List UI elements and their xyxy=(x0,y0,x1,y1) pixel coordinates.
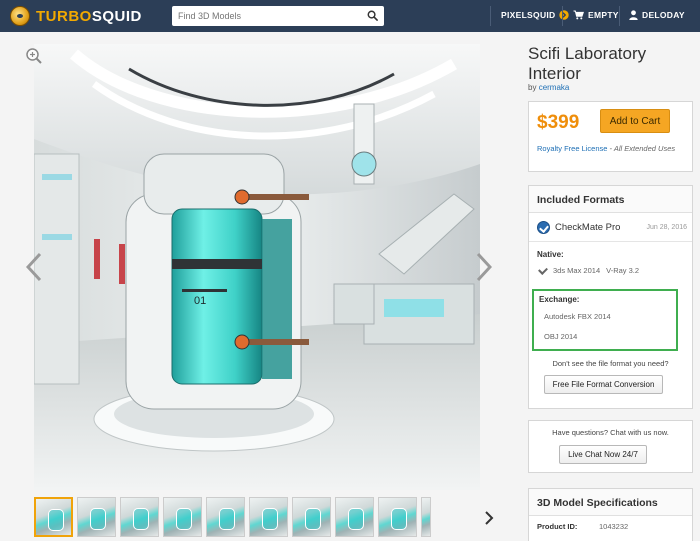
header-divider xyxy=(619,6,620,26)
live-chat-button[interactable]: Live Chat Now 24/7 xyxy=(559,445,647,464)
formats-title: Included Formats xyxy=(529,186,692,213)
pixelsquid-link[interactable]: PIXELSQUID xyxy=(501,10,570,20)
user-icon xyxy=(629,10,638,20)
scifi-lab-render-image: 01 xyxy=(34,44,480,490)
search-box xyxy=(172,6,384,26)
native-label: Native: xyxy=(537,250,564,259)
previous-image-arrow-icon[interactable] xyxy=(26,252,42,282)
next-image-arrow-icon[interactable] xyxy=(476,252,492,282)
squid-logo-icon xyxy=(10,6,30,26)
specifications-panel: 3D Model Specifications Product ID: 1043… xyxy=(528,488,693,541)
checkmate-label: CheckMate Pro xyxy=(555,221,621,233)
product-image-viewer[interactable]: 01 xyxy=(34,44,480,490)
exchange-label: Exchange: xyxy=(539,295,580,304)
specifications-title: 3D Model Specifications xyxy=(529,489,692,516)
product-id-value: 1043232 xyxy=(599,522,629,531)
included-formats-panel: Included Formats CheckMate Pro Jun 28, 2… xyxy=(528,185,693,409)
search-input[interactable] xyxy=(172,6,362,26)
cart-link[interactable]: EMPTY xyxy=(573,10,619,20)
shopping-cart-icon xyxy=(573,10,584,20)
logo-text: TURBOSQUID xyxy=(36,7,142,25)
check-icon xyxy=(538,264,548,275)
spec-row: Product ID: 1043232 xyxy=(537,522,687,531)
checkmate-date: Jun 28, 2016 xyxy=(646,223,687,231)
native-format-row: 3ds Max 2014 V-Ray 3.2 xyxy=(538,264,640,275)
product-title: Scifi Laboratory Interior xyxy=(528,44,647,83)
checkmate-badge-icon xyxy=(537,220,550,234)
price: $399 xyxy=(537,112,580,133)
top-navigation-bar: TURBOSQUID PIXELSQUID EMPTY DELODAY xyxy=(0,0,700,32)
thumbnail[interactable] xyxy=(77,497,116,537)
thumbnail[interactable] xyxy=(292,497,331,537)
byline: by cermaka xyxy=(528,83,570,92)
cart-status-label: EMPTY xyxy=(588,10,619,20)
thumbnail[interactable] xyxy=(206,497,245,537)
user-menu[interactable]: DELODAY xyxy=(629,10,685,20)
zoom-icon[interactable] xyxy=(25,47,43,65)
thumbnail[interactable] xyxy=(120,497,159,537)
thumbnail[interactable] xyxy=(34,497,73,537)
svg-text:01: 01 xyxy=(194,295,206,307)
author-link[interactable]: cermaka xyxy=(539,83,570,92)
thumbnail[interactable] xyxy=(249,497,288,537)
exchange-formats-box: Exchange: Autodesk FBX 2014 OBJ 2014 xyxy=(532,289,678,351)
royalty-free-license-link[interactable]: Royalty Free License xyxy=(537,144,607,153)
divider xyxy=(529,241,692,242)
search-icon[interactable] xyxy=(367,10,378,21)
format-question: Don't see the file format you need? xyxy=(552,359,669,368)
turbosquid-logo[interactable]: TURBOSQUID xyxy=(10,6,142,26)
header-divider xyxy=(562,6,563,26)
thumbnail[interactable] xyxy=(421,497,431,537)
add-to-cart-button[interactable]: Add to Cart xyxy=(600,109,670,133)
price-panel: $399 Add to Cart Royalty Free License - … xyxy=(528,101,693,172)
chat-question: Have questions? Chat with us now. xyxy=(552,428,669,437)
username-label: DELODAY xyxy=(642,10,685,20)
spec-key: Product ID: xyxy=(537,522,578,531)
free-format-conversion-button[interactable]: Free File Format Conversion xyxy=(544,375,663,394)
exchange-format-item: Autodesk FBX 2014 xyxy=(544,312,611,321)
native-renderer: V-Ray 3.2 xyxy=(606,266,640,275)
pixelsquid-label: PIXELSQUID xyxy=(501,10,556,20)
chevron-right-circle-icon xyxy=(559,10,570,20)
header-divider xyxy=(490,6,491,26)
license-info: Royalty Free License - All Extended Uses xyxy=(537,144,676,153)
thumbnail-strip xyxy=(34,497,480,537)
thumbnail[interactable] xyxy=(378,497,417,537)
chat-panel: Have questions? Chat with us now. Live C… xyxy=(528,420,693,473)
exchange-format-item: OBJ 2014 xyxy=(544,332,578,341)
thumbnails-next-icon[interactable] xyxy=(484,511,494,525)
checkmate-row[interactable]: CheckMate Pro Jun 28, 2016 xyxy=(537,219,687,235)
thumbnail[interactable] xyxy=(335,497,374,537)
native-software: 3ds Max 2014 xyxy=(553,266,601,275)
thumbnail[interactable] xyxy=(163,497,202,537)
